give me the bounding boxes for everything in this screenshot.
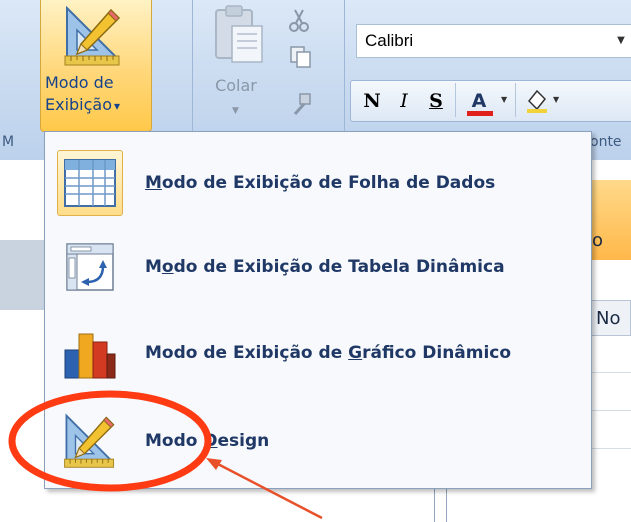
- datasheet-grid-icon: [64, 159, 116, 207]
- fill-color-icon[interactable]: [523, 87, 551, 115]
- pivot-chart-icon: [64, 333, 116, 379]
- grid-line: [590, 372, 631, 373]
- chevron-down-icon[interactable]: ▼: [501, 95, 507, 104]
- underline-button[interactable]: S: [423, 85, 449, 117]
- views-dropdown-menu: Modo de Exibição de Folha de Dados Modo …: [44, 131, 592, 489]
- grid-line: [590, 448, 631, 449]
- navigation-pane-edge: [0, 240, 44, 310]
- chevron-down-icon[interactable]: ▼: [608, 24, 631, 58]
- menu-item-label: Modo de Exibição de Tabela Dinâmica: [145, 228, 505, 306]
- grid-line: [590, 410, 631, 411]
- views-button-label: Modo de Exibição ▾: [45, 72, 149, 117]
- group-divider: [192, 0, 193, 134]
- paste-icon[interactable]: [208, 4, 268, 66]
- font-color-bar: [467, 111, 493, 116]
- label-part: Modo de Exibição de: [145, 343, 349, 363]
- font-format-group: N I S A ▼ ▼: [350, 80, 631, 122]
- ribbon-group-label: M: [2, 134, 15, 150]
- group-divider: [344, 0, 345, 134]
- access-key: o: [161, 257, 174, 277]
- menu-item-label: Modo de Exibição de Folha de Dados: [145, 144, 495, 222]
- label-part: do de Exibição de Tabela Dinâmica: [173, 257, 505, 277]
- menu-item-pivot-table-view[interactable]: Modo de Exibição de Tabela Dinâmica: [49, 228, 587, 306]
- format-painter-icon[interactable]: [288, 92, 314, 118]
- bold-button[interactable]: N: [359, 85, 385, 117]
- label-part: esign: [217, 431, 270, 451]
- divider: [515, 83, 516, 117]
- object-tab-label: o: [592, 230, 604, 251]
- views-button-line2: Exibição: [45, 95, 113, 114]
- chevron-down-icon: ▾: [114, 99, 121, 113]
- font-name-input[interactable]: Calibri: [356, 24, 631, 58]
- paste-button-label[interactable]: Colar: [206, 76, 266, 95]
- copy-icon[interactable]: [288, 44, 314, 70]
- access-key: G: [348, 343, 363, 363]
- menu-item-pivot-chart-view[interactable]: Modo de Exibição de Gráfico Dinâmico: [49, 314, 587, 392]
- pivot-table-icon: [66, 243, 114, 291]
- column-header-label: No: [596, 308, 621, 329]
- chevron-down-icon: ▼: [232, 106, 239, 116]
- label-part: Modo: [145, 431, 204, 451]
- views-button[interactable]: Modo de Exibição ▾: [40, 0, 152, 132]
- menu-item-datasheet-view[interactable]: Modo de Exibição de Folha de Dados: [49, 144, 587, 222]
- font-name-value: Calibri: [365, 31, 414, 50]
- menu-item-label: Modo de Exibição de Gráfico Dinâmico: [145, 314, 511, 392]
- menu-item-design-view[interactable]: Modo Design: [49, 402, 587, 480]
- label-part: odo de Exibição de Folha de Dados: [161, 173, 496, 193]
- access-key: M: [145, 173, 162, 193]
- italic-button[interactable]: I: [391, 85, 417, 117]
- label-part: ráfico Dinâmico: [362, 343, 512, 363]
- scissors-icon[interactable]: [286, 8, 312, 34]
- menu-item-label: Modo Design: [145, 402, 269, 480]
- divider: [455, 83, 456, 117]
- views-button-line1: Modo de: [45, 73, 114, 92]
- design-ruler-pencil-icon: [64, 413, 115, 468]
- access-key: D: [203, 431, 218, 451]
- font-color-letter: A: [471, 90, 487, 112]
- label-part: M: [145, 257, 162, 277]
- ribbon-group-label: onte: [590, 134, 622, 150]
- design-ruler-pencil-icon: [64, 5, 121, 66]
- chevron-down-icon[interactable]: ▼: [553, 95, 559, 104]
